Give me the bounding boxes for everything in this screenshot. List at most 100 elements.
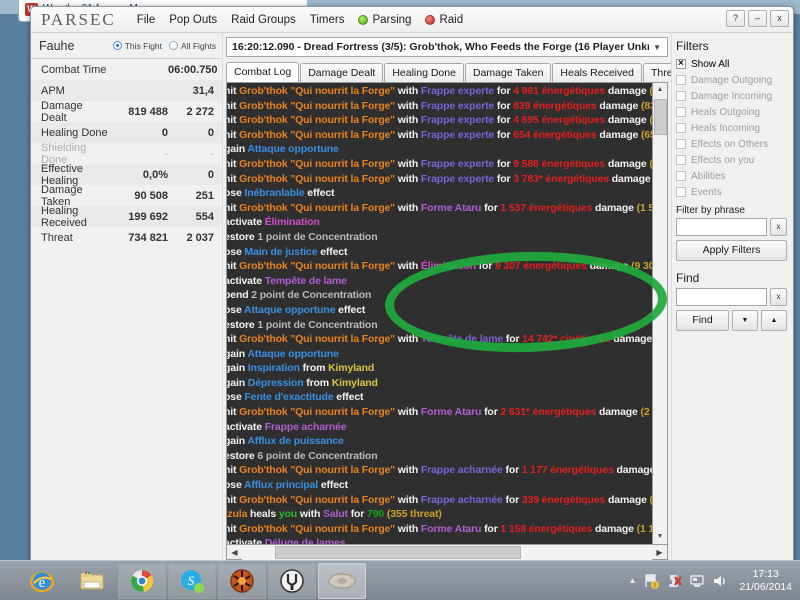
combat-log-list[interactable]: hit Grob'thok "Qui nourrit la Forge" wit… <box>227 83 652 544</box>
stat-row: Healing Received 199 692 554 <box>31 205 222 229</box>
filter-phrase-input[interactable] <box>676 218 767 236</box>
svg-text:e: e <box>39 575 46 591</box>
fight-scope-radios: This Fight All Fights <box>112 41 216 51</box>
display-icon[interactable] <box>689 573 705 589</box>
vscroll-thumb[interactable] <box>653 99 667 135</box>
stat-label: APM <box>41 84 65 97</box>
volume-icon[interactable] <box>712 573 728 589</box>
menu-raid-groups[interactable]: Raid Groups <box>224 11 303 29</box>
menu-pop-outs[interactable]: Pop Outs <box>162 11 224 29</box>
filter-label: Damage Incoming <box>691 90 773 102</box>
stat-row: APM 31,4 <box>31 80 222 101</box>
scroll-left-icon[interactable]: ◀ <box>227 548 242 557</box>
radio-all-fights[interactable]: All Fights <box>169 41 216 51</box>
filter-damage-incoming[interactable]: Damage Incoming <box>676 88 787 104</box>
hscroll-thumb[interactable] <box>274 545 521 559</box>
taskbar-skype[interactable]: S <box>168 562 216 599</box>
clock-date: 21/06/2014 <box>739 580 792 593</box>
stat-row: Healing Done 0 0 <box>31 122 222 143</box>
parsing-label: Parsing <box>372 13 412 26</box>
falcon-icon <box>328 573 357 588</box>
tab-damage-dealt[interactable]: Damage Dealt <box>300 63 384 82</box>
checkbox-damage-outgoing[interactable] <box>676 75 686 85</box>
filter-heals-outgoing[interactable]: Heals Outgoing <box>676 104 787 120</box>
taskbar-chrome[interactable] <box>118 562 166 599</box>
tab-combat-log[interactable]: Combat Log <box>226 62 300 82</box>
stat-persec: 2 037 <box>186 231 214 244</box>
filter-effects-on-you[interactable]: Effects on you <box>676 152 787 168</box>
taskbar: e S ▲ ! 17:13 21/06/2014 <box>0 560 800 600</box>
combat-log-line: ose Attaque opportune effect <box>227 303 366 316</box>
combat-log-line: gain Inspiration from Kimyland <box>227 362 375 375</box>
filter-effects-on-others[interactable]: Effects on Others <box>676 136 787 152</box>
combat-log-line: hit Grob'thok "Qui nourrit la Forge" wit… <box>227 172 652 185</box>
flag-warning-icon[interactable]: ! <box>643 573 660 590</box>
tab-damage-taken[interactable]: Damage Taken <box>464 63 552 82</box>
combat-log-container: hit Grob'thok "Qui nourrit la Forge" wit… <box>226 82 668 545</box>
minimize-button[interactable]: – <box>748 10 767 27</box>
find-button[interactable]: Find <box>676 310 729 331</box>
taskbar-falcon[interactable] <box>318 562 366 599</box>
menu-file[interactable]: File <box>130 11 163 29</box>
scroll-down-icon[interactable]: ▼ <box>652 530 667 544</box>
tab-healing-done[interactable]: Healing Done <box>384 63 464 82</box>
filter-damage-outgoing[interactable]: Damage Outgoing <box>676 72 787 88</box>
stat-persec: - <box>210 147 214 160</box>
desktop: W W... d... 01 f... ... - M... PARSEC Fi… <box>0 0 800 600</box>
log-horizontal-scrollbar[interactable]: ◀ ▶ <box>226 544 668 560</box>
log-vertical-scrollbar[interactable]: ▲ ▼ <box>652 83 667 544</box>
find-buttons: Find ▼ ▲ <box>676 310 787 331</box>
checkbox-show-all[interactable] <box>676 58 686 69</box>
stat-row: Threat 734 821 2 037 <box>31 227 222 248</box>
combat-log-line: hit Grob'thok "Qui nourrit la Forge" wit… <box>227 493 652 506</box>
combat-log-line: gain Attaque opportune <box>227 347 339 360</box>
scroll-right-icon[interactable]: ▶ <box>652 548 667 557</box>
help-button[interactable]: ? <box>726 10 745 27</box>
taskbar-internet-explorer[interactable]: e <box>18 563 66 599</box>
clear-find-button[interactable]: x <box>770 288 787 306</box>
clear-filter-phrase-button[interactable]: x <box>770 218 787 236</box>
filter-events[interactable]: Events <box>676 184 787 200</box>
vscroll-track[interactable] <box>652 97 667 530</box>
checkbox-effects-on-you[interactable] <box>676 155 686 165</box>
stat-row: Damage Taken 90 508 251 <box>31 184 222 208</box>
checkbox-abilities[interactable] <box>676 171 686 181</box>
filter-phrase-row: x <box>676 218 787 236</box>
clock[interactable]: 17:13 21/06/2014 <box>735 568 792 594</box>
find-previous-button[interactable]: ▲ <box>761 310 787 331</box>
filter-abilities[interactable]: Abilities <box>676 168 787 184</box>
tab-heals-received[interactable]: Heals Received <box>552 63 642 82</box>
filter-phrase-label: Filter by phrase <box>676 205 745 216</box>
stat-label: Combat Time <box>41 63 107 76</box>
status-raid[interactable]: Raid <box>418 11 470 29</box>
menu-timers[interactable]: Timers <box>303 11 352 29</box>
scroll-up-icon[interactable]: ▲ <box>652 83 667 97</box>
combat-log-line: tzula heals you with Salut for 790 (355 … <box>227 508 442 521</box>
checkbox-damage-incoming[interactable] <box>676 91 686 101</box>
taskbar-file-explorer[interactable] <box>68 563 116 599</box>
checkbox-effects-on-others[interactable] <box>676 139 686 149</box>
menu-bar: PARSEC File Pop Outs Raid Groups Timers … <box>31 7 793 33</box>
apply-filters-button[interactable]: Apply Filters <box>676 240 787 261</box>
network-error-icon[interactable] <box>666 573 683 589</box>
checkbox-heals-incoming[interactable] <box>676 123 686 133</box>
find-input[interactable] <box>676 288 767 306</box>
close-button[interactable]: x <box>770 10 789 27</box>
taskbar-swtor[interactable] <box>218 562 266 599</box>
radio-all-fights-label: All Fights <box>181 40 216 51</box>
filter-show-all[interactable]: Show All <box>676 56 787 72</box>
hscroll-track[interactable] <box>242 544 652 560</box>
status-parsing[interactable]: Parsing <box>351 11 418 29</box>
show-hidden-icons-button[interactable]: ▲ <box>629 576 637 585</box>
fight-selector-dropdown[interactable]: 16:20:12.090 - Dread Fortress (3/5): Gro… <box>226 37 668 57</box>
filter-heals-incoming[interactable]: Heals Incoming <box>676 120 787 136</box>
checkbox-heals-outgoing[interactable] <box>676 107 686 117</box>
checkbox-events[interactable] <box>676 187 686 197</box>
radio-this-fight[interactable]: This Fight <box>112 41 162 51</box>
combat-log-line: hit Grob'thok "Qui nourrit la Forge" wit… <box>227 406 652 419</box>
file-explorer-icon <box>80 571 104 589</box>
fight-selector-value: 16:20:12.090 - Dread Fortress (3/5): Gro… <box>232 41 649 53</box>
taskbar-parsec[interactable] <box>268 562 316 599</box>
combat-log-line: gain Dépression from Kimyland <box>227 376 378 389</box>
find-next-button[interactable]: ▼ <box>732 310 758 331</box>
